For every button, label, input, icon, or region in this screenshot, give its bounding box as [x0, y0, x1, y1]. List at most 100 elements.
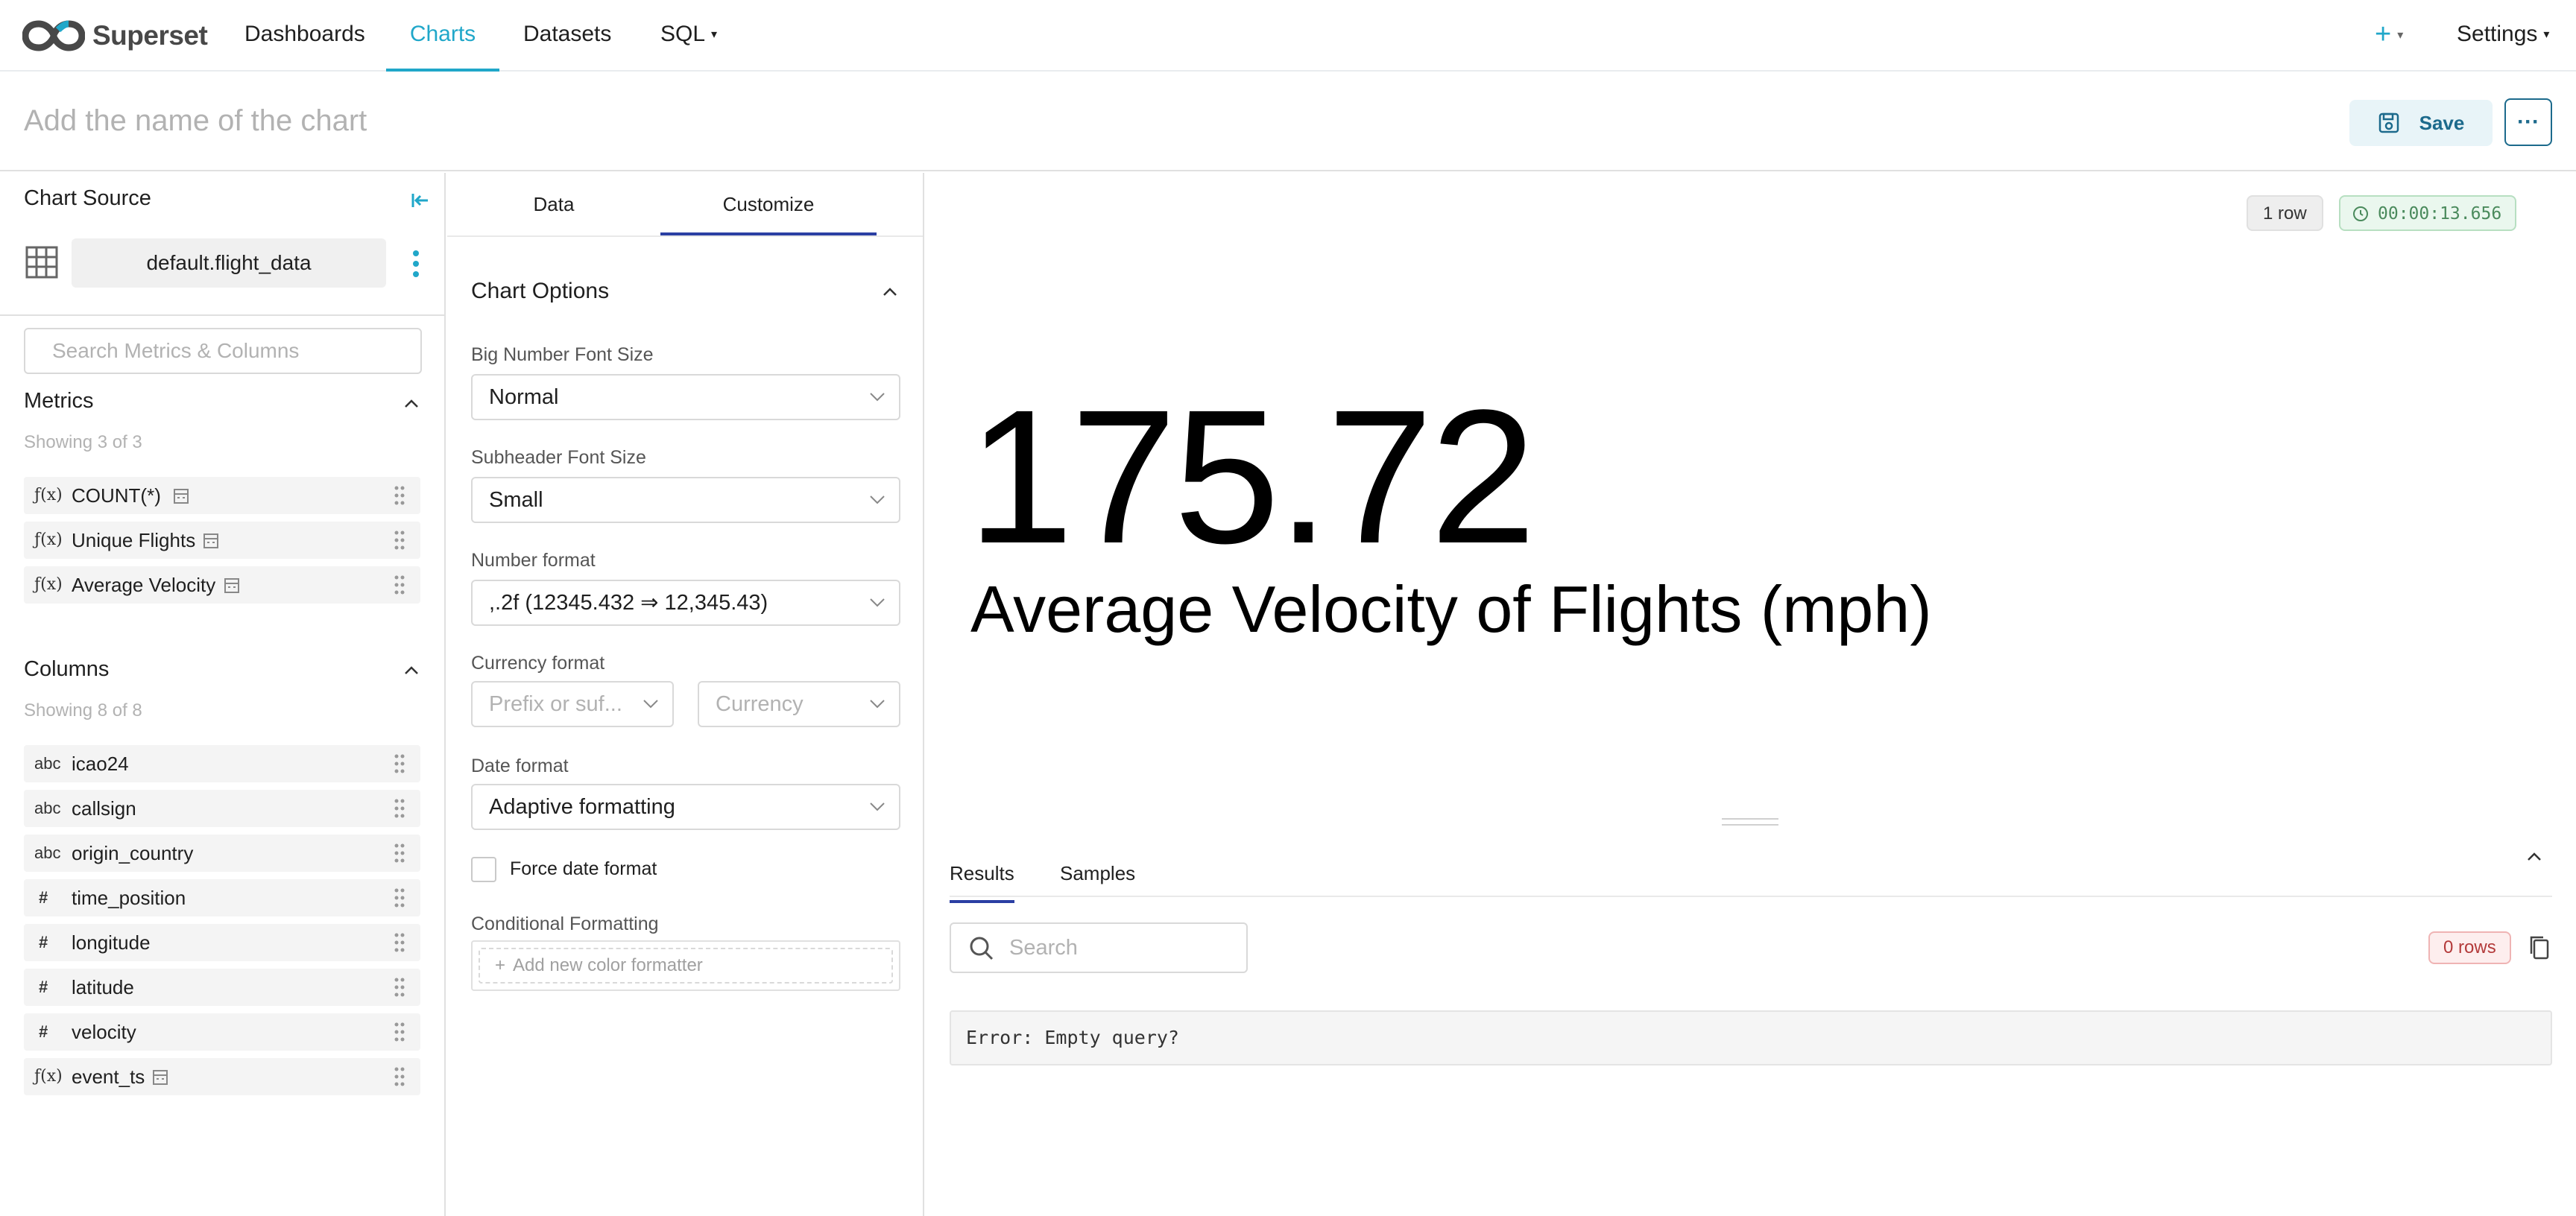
new-item-menu[interactable]: + ▾	[2375, 0, 2403, 72]
column-item[interactable]: abc origin_country	[24, 835, 420, 872]
column-item[interactable]: abc callsign	[24, 790, 420, 827]
tab-data[interactable]: Data	[447, 173, 660, 235]
add-color-formatter-button[interactable]: + Add new color formatter	[479, 948, 893, 984]
numeric-type-icon: #	[39, 1022, 48, 1041]
date-format-select[interactable]: Adaptive formatting	[471, 784, 900, 830]
drag-handle-icon[interactable]	[394, 753, 405, 775]
chart-name-input[interactable]: Add the name of the chart	[24, 104, 367, 138]
results-search-input[interactable]: Search	[950, 922, 1248, 973]
error-message: Error: Empty query?	[950, 1010, 2552, 1065]
force-date-format-label: Force date format	[510, 858, 657, 879]
brand-name: Superset	[92, 20, 208, 51]
drag-handle-icon[interactable]	[394, 1021, 405, 1043]
big-number-subheader: Average Velocity of Flights (mph)	[970, 572, 1932, 646]
numeric-type-icon: #	[39, 888, 48, 907]
collapse-panel-icon[interactable]	[408, 189, 431, 212]
resize-handle[interactable]	[1722, 818, 1778, 826]
dataset-name[interactable]: default.flight_data	[72, 238, 386, 288]
column-item[interactable]: # longitude	[24, 924, 420, 961]
nav-sql-menu[interactable]: SQL ▾	[660, 0, 717, 72]
drag-handle-icon[interactable]	[394, 842, 405, 864]
superset-logo[interactable]: Superset	[22, 18, 208, 54]
drag-handle-icon[interactable]	[394, 484, 405, 507]
calculator-icon	[203, 533, 218, 548]
chevron-down-icon: ▾	[2543, 28, 2550, 42]
column-item[interactable]: # latitude	[24, 969, 420, 1006]
conditional-formatting-box: + Add new color formatter	[471, 940, 900, 991]
chevron-down-icon	[870, 802, 885, 811]
calculator-icon	[174, 489, 189, 504]
divider	[950, 896, 2552, 897]
function-icon: ƒ(x)	[34, 575, 63, 594]
metric-item[interactable]: ƒ(x) Average Velocity	[24, 566, 420, 604]
chevron-up-icon[interactable]	[881, 283, 899, 301]
save-label: Save	[2419, 111, 2465, 134]
calculator-icon	[153, 1070, 168, 1085]
metric-item[interactable]: ƒ(x) Unique Flights	[24, 522, 420, 559]
column-item[interactable]: ƒ(x) event_ts	[24, 1058, 420, 1095]
chevron-down-icon	[870, 598, 885, 607]
metric-item[interactable]: ƒ(x) COUNT(*)	[24, 477, 420, 514]
save-icon	[2378, 113, 2399, 133]
chevron-down-icon: ▾	[2397, 28, 2404, 42]
chevron-up-icon[interactable]	[2525, 848, 2543, 866]
more-actions-button[interactable]: ···	[2504, 98, 2552, 146]
function-icon: ƒ(x)	[34, 486, 63, 504]
number-format-select[interactable]: ,.2f (12345.432 ⇒ 12,345.43)	[471, 580, 900, 626]
column-label: event_ts	[72, 1065, 145, 1088]
drag-handle-icon[interactable]	[394, 797, 405, 820]
copy-icon[interactable]	[2528, 934, 2551, 961]
select-value: Normal	[489, 385, 559, 409]
chevron-down-icon	[643, 700, 658, 709]
column-item[interactable]: # time_position	[24, 879, 420, 916]
currency-prefix-select[interactable]: Prefix or suf...	[471, 681, 674, 727]
nav-dashboards[interactable]: Dashboards	[244, 0, 365, 72]
big-number-font-size-select[interactable]: Normal	[471, 374, 900, 420]
dataset-panel: Chart Source default.flight_data Search …	[0, 173, 446, 1216]
select-value: Small	[489, 488, 543, 512]
nav-charts[interactable]: Charts	[386, 0, 499, 72]
save-button[interactable]: Save	[2349, 100, 2493, 146]
search-metrics-columns-input[interactable]: Search Metrics & Columns	[24, 328, 422, 374]
tab-customize[interactable]: Customize	[660, 173, 877, 235]
nav-datasets[interactable]: Datasets	[523, 0, 611, 72]
query-timer-badge: 00:00:13.656	[2339, 195, 2517, 231]
drag-handle-icon[interactable]	[394, 931, 405, 954]
number-format-label: Number format	[471, 550, 596, 571]
column-label: latitude	[72, 976, 134, 998]
drag-handle-icon[interactable]	[394, 1065, 405, 1088]
chart-options-title[interactable]: Chart Options	[471, 279, 609, 304]
big-number-value: 175.72	[967, 370, 1536, 583]
subheader-font-size-select[interactable]: Small	[471, 477, 900, 523]
settings-menu[interactable]: Settings ▾	[2457, 0, 2549, 72]
string-type-icon: abc	[34, 799, 61, 817]
drag-handle-icon[interactable]	[394, 529, 405, 551]
column-label: longitude	[72, 931, 151, 954]
settings-label: Settings	[2457, 22, 2538, 46]
select-value: Adaptive formatting	[489, 795, 675, 819]
chevron-up-icon[interactable]	[402, 395, 420, 413]
drag-handle-icon[interactable]	[394, 976, 405, 998]
dataset-menu-icon[interactable]	[408, 247, 423, 280]
rows-count-badge: 0 rows	[2428, 931, 2511, 964]
metrics-title: Metrics	[24, 389, 94, 413]
currency-select[interactable]: Currency	[698, 681, 900, 727]
chevron-down-icon	[870, 393, 885, 402]
search-icon	[970, 937, 994, 960]
nav-sql-label: SQL	[660, 22, 706, 46]
chevron-down-icon	[870, 700, 885, 709]
calculator-icon	[224, 578, 239, 593]
numeric-type-icon: #	[39, 978, 48, 996]
column-item[interactable]: # velocity	[24, 1013, 420, 1051]
subheader-font-size-label: Subheader Font Size	[471, 447, 646, 468]
drag-handle-icon[interactable]	[394, 887, 405, 909]
drag-handle-icon[interactable]	[394, 574, 405, 596]
plus-icon: +	[2375, 19, 2392, 50]
chevron-up-icon[interactable]	[402, 662, 420, 680]
column-label: origin_country	[72, 842, 194, 864]
plus-icon: +	[495, 955, 506, 975]
function-icon: ƒ(x)	[34, 1067, 63, 1086]
column-item[interactable]: abc icao24	[24, 745, 420, 782]
big-number-font-size-label: Big Number Font Size	[471, 344, 654, 365]
force-date-format-checkbox[interactable]	[471, 857, 496, 882]
